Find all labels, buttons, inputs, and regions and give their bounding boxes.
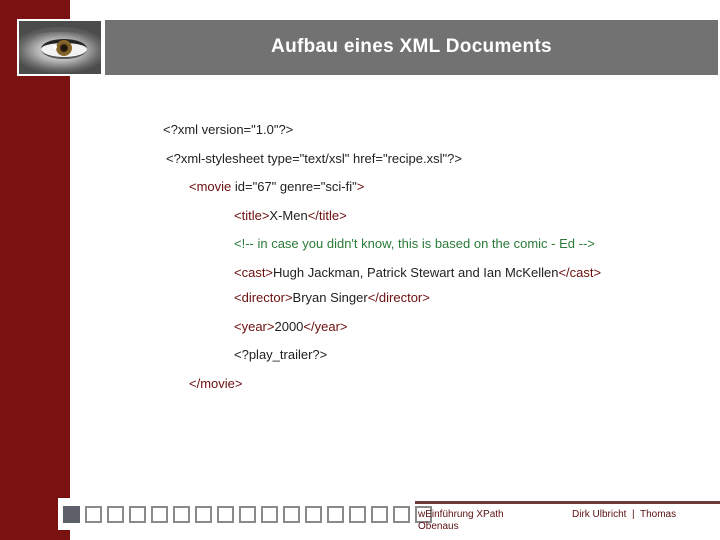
progress-square-empty xyxy=(151,505,168,523)
code-plain-token: Hugh Jackman, Patrick Stewart and Ian Mc… xyxy=(273,265,559,280)
progress-square-empty xyxy=(195,505,212,523)
glint-shape xyxy=(53,45,57,49)
code-line: <movie id="67" genre="sci-fi"> xyxy=(189,179,364,194)
code-plain-token: X-Men xyxy=(269,208,308,223)
code-tag-token: <year> xyxy=(234,319,275,334)
progress-square-filled xyxy=(63,505,80,523)
code-plain-token: id="67" genre="sci-fi" xyxy=(231,179,357,194)
code-tag-token: <cast> xyxy=(234,265,274,280)
code-tag-token: </cast> xyxy=(558,265,602,280)
progress-square-empty xyxy=(393,505,410,523)
progress-square-empty xyxy=(239,505,256,523)
code-tag-token: </year> xyxy=(303,319,348,334)
code-plain-token: <?xml version="1.0"?> xyxy=(163,122,294,137)
footer-course-title: wEinführung XPath Obenaus xyxy=(418,509,504,532)
slide-title: Aufbau eines XML Documents xyxy=(271,35,552,57)
progress-square-empty xyxy=(129,505,146,523)
progress-square-empty xyxy=(327,505,344,523)
footer-divider xyxy=(415,501,720,504)
code-line: <director>Bryan Singer</director> xyxy=(234,290,430,305)
progress-square-empty xyxy=(261,505,278,523)
progress-square-empty xyxy=(349,505,366,523)
code-line: <cast>Hugh Jackman, Patrick Stewart and … xyxy=(234,265,601,280)
code-line: <!-- in case you didn't know, this is ba… xyxy=(234,236,595,251)
footer-authors: Dirk Ulbricht | Thomas xyxy=(572,509,677,520)
code-tag-token: <director> xyxy=(234,290,293,305)
sidebar-band xyxy=(0,0,70,540)
code-plain-token: <?xml-stylesheet type="text/xsl" href="r… xyxy=(166,151,462,166)
code-plain-token: 2000 xyxy=(274,319,304,334)
code-plain-token: <?play_trailer?> xyxy=(234,347,328,362)
code-tag-token: </movie> xyxy=(189,376,243,391)
progress-square-empty xyxy=(305,505,322,523)
code-plain-token: Bryan Singer xyxy=(292,290,368,305)
iris-shape xyxy=(56,40,72,56)
code-tag-token: > xyxy=(356,179,365,194)
code-line: </movie> xyxy=(189,376,242,391)
eye-photo-icon xyxy=(19,21,101,74)
code-line: <title>X-Men</title> xyxy=(234,208,347,223)
progress-square-empty xyxy=(107,505,124,523)
code-tag-token: <title> xyxy=(234,208,270,223)
eye-logo xyxy=(17,19,103,76)
progress-square-empty xyxy=(283,505,300,523)
code-line: <?play_trailer?> xyxy=(234,347,327,362)
code-tag-token: </director> xyxy=(367,290,430,305)
slide-progress-indicator xyxy=(58,498,441,530)
progress-square-empty xyxy=(173,505,190,523)
code-comment-token: <!-- in case you didn't know, this is ba… xyxy=(234,236,595,251)
progress-square-empty xyxy=(371,505,388,523)
code-line: <?xml-stylesheet type="text/xsl" href="r… xyxy=(166,151,462,166)
progress-square-empty xyxy=(217,505,234,523)
code-line: <?xml version="1.0"?> xyxy=(163,122,293,137)
code-line: <year>2000</year> xyxy=(234,319,348,334)
code-tag-token: </title> xyxy=(307,208,347,223)
title-bar: Aufbau eines XML Documents xyxy=(105,20,718,75)
progress-square-empty xyxy=(85,505,102,523)
code-tag-token: <movie xyxy=(189,179,232,194)
